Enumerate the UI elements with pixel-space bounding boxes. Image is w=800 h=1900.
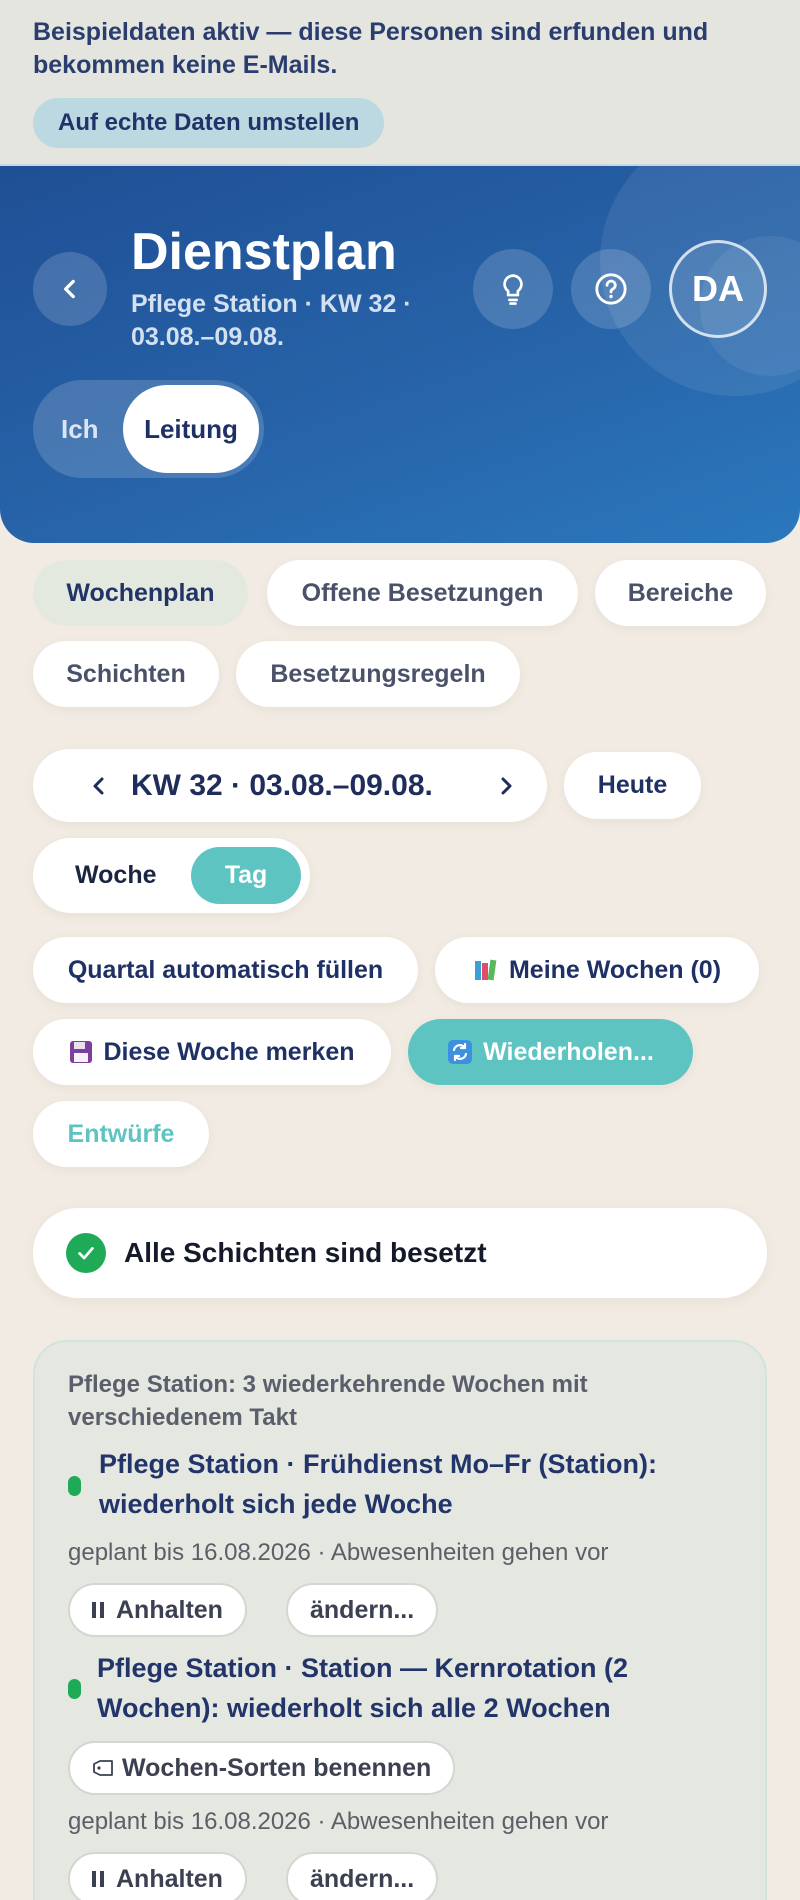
- pause-label: Anhalten: [116, 1595, 223, 1624]
- chevron-left-icon: [64, 279, 75, 299]
- my-weeks-label: Meine Wochen (0): [508, 955, 722, 984]
- recurring-item-title: Pflege Station · Station — Kernrotation …: [97, 1653, 629, 1723]
- name-week-types-label: Wochen-Sorten benennen: [122, 1753, 432, 1782]
- books-icon: [474, 959, 497, 981]
- tag-icon: [93, 1760, 113, 1776]
- staffing-status-text: Alle Schichten sind besetzt: [124, 1237, 487, 1268]
- current-week-label: KW 32 · 03.08.–09.08.: [131, 769, 433, 802]
- auto-fill-quarter-button[interactable]: Quartal automatisch füllen: [33, 937, 418, 1003]
- repeat-label: Wiederholen...: [483, 1037, 654, 1066]
- lightbulb-icon: [503, 274, 523, 305]
- tab-schichten[interactable]: Schichten: [33, 641, 219, 707]
- pause-icon: [92, 1602, 104, 1618]
- staffing-status-card: Alle Schichten sind besetzt: [33, 1208, 767, 1298]
- tips-button[interactable]: [473, 249, 553, 329]
- drafts-button[interactable]: Entwürfe: [33, 1101, 209, 1167]
- back-button[interactable]: [33, 252, 107, 326]
- pause-icon: [92, 1871, 104, 1887]
- pause-label: Anhalten: [116, 1864, 223, 1893]
- today-button[interactable]: Heute: [564, 752, 701, 819]
- view-option-woche[interactable]: Woche: [75, 838, 157, 913]
- save-week-label: Diese Woche merken: [103, 1037, 355, 1066]
- recurring-item-title: Pflege Station · Frühdienst Mo–Fr (Stati…: [99, 1449, 657, 1519]
- my-weeks-button[interactable]: Meine Wochen (0): [435, 937, 759, 1003]
- recurring-weeks-card: Pflege Station: 3 wiederkehrende Wochen …: [33, 1340, 767, 1900]
- active-status-dot: [68, 1476, 81, 1496]
- view-option-tag[interactable]: Tag: [191, 847, 301, 904]
- edit-recurrence-button[interactable]: ändern...: [286, 1583, 439, 1637]
- question-icon: [595, 273, 627, 305]
- name-week-types-button[interactable]: Wochen-Sorten benennen: [68, 1741, 456, 1795]
- demo-data-notice: Beispieldaten aktiv — diese Personen sin…: [33, 18, 709, 79]
- check-icon: [66, 1233, 106, 1273]
- floppy-disk-icon: [70, 1041, 93, 1063]
- tab-bereiche[interactable]: Bereiche: [595, 560, 766, 626]
- chevron-left-icon: [93, 777, 104, 794]
- repeat-icon: [448, 1040, 473, 1064]
- page-title: Dienstplan: [131, 223, 397, 281]
- previous-week-button[interactable]: [79, 749, 119, 822]
- edit-recurrence-button[interactable]: ändern...: [286, 1852, 439, 1900]
- role-option-ich[interactable]: Ich: [61, 380, 99, 478]
- view-toggle: Woche Tag: [33, 838, 310, 913]
- page-header: Dienstplan Pflege Station · KW 32 · 03.0…: [0, 166, 800, 543]
- next-week-button[interactable]: [486, 749, 526, 822]
- demo-data-banner: Beispieldaten aktiv — diese Personen sin…: [0, 0, 800, 166]
- tab-wochenplan[interactable]: Wochenplan: [33, 560, 248, 626]
- save-week-button[interactable]: Diese Woche merken: [33, 1019, 391, 1085]
- role-toggle: Ich Leitung: [33, 380, 264, 478]
- recurring-item-meta: geplant bis 16.08.2026 · Abwesenheiten g…: [68, 1808, 609, 1835]
- pause-button[interactable]: Anhalten: [68, 1852, 247, 1900]
- pause-button[interactable]: Anhalten: [68, 1583, 247, 1637]
- recurring-item-meta: geplant bis 16.08.2026 · Abwesenheiten g…: [68, 1539, 609, 1566]
- week-navigator: KW 32 · 03.08.–09.08.: [33, 749, 547, 822]
- repeat-button[interactable]: Wiederholen...: [408, 1019, 693, 1085]
- tab-offene-besetzungen[interactable]: Offene Besetzungen: [267, 560, 578, 626]
- chevron-right-icon: [501, 777, 512, 794]
- switch-to-real-data-button[interactable]: Auf echte Daten umstellen: [33, 98, 385, 148]
- tab-besetzungsregeln[interactable]: Besetzungsregeln: [236, 641, 520, 707]
- role-option-leitung[interactable]: Leitung: [123, 385, 259, 473]
- page-subtitle: Pflege Station · KW 32 · 03.08.–09.08.: [131, 290, 412, 351]
- user-avatar[interactable]: DA: [669, 240, 767, 338]
- active-status-dot: [68, 1679, 81, 1699]
- help-button[interactable]: [571, 249, 651, 329]
- recurring-weeks-heading: Pflege Station: 3 wiederkehrende Wochen …: [68, 1371, 588, 1431]
